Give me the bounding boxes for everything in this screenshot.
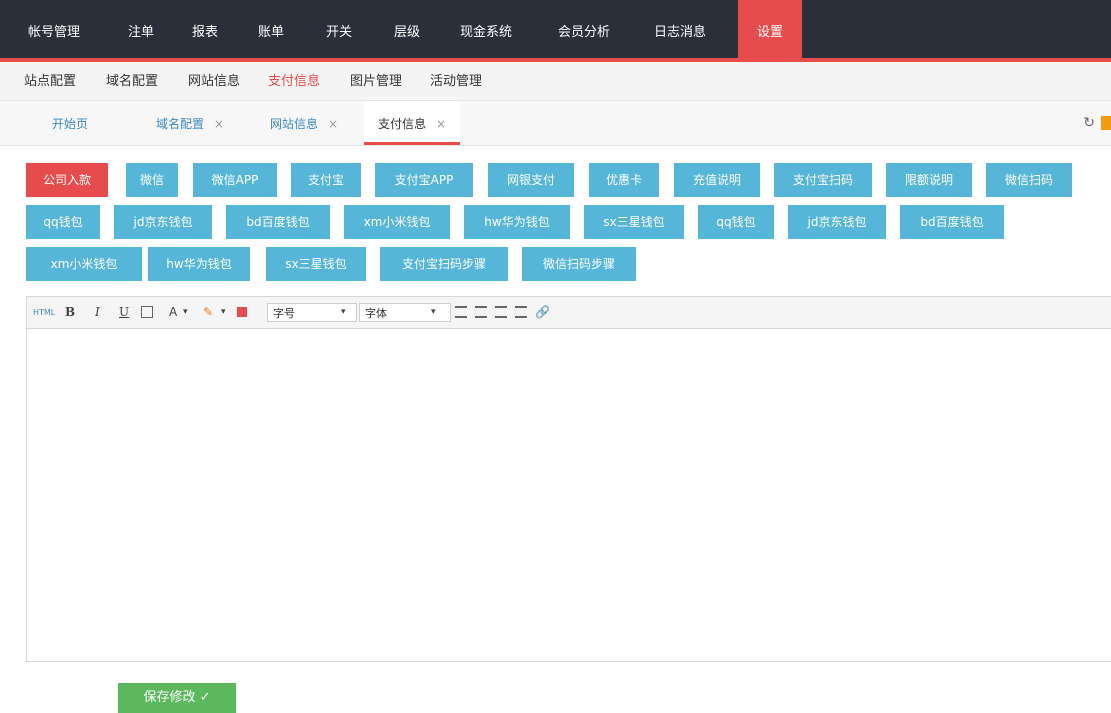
nav-item-member-analysis[interactable]: 会员分析 [546, 0, 622, 58]
chevron-down-icon[interactable]: ▾ [183, 304, 188, 321]
subnav-item-image-manage[interactable]: 图片管理 [350, 62, 402, 102]
tab-bar: 开始页 域名配置 × 网站信息 × 支付信息 × ↻ [0, 101, 1111, 146]
font-family-select[interactable]: 字体 [359, 303, 451, 322]
tab-label: 网站信息 [270, 117, 319, 131]
tab-start-page[interactable]: 开始页 [52, 101, 88, 145]
refresh-icon[interactable]: ↻ [1083, 115, 1095, 131]
bold-icon[interactable]: B [65, 304, 75, 321]
close-icon[interactable]: × [436, 117, 446, 131]
nav-item-switches[interactable]: 开关 [314, 0, 364, 58]
pay-button-qq-wallet-2[interactable]: qq钱包 [698, 205, 774, 239]
align-center-icon[interactable] [475, 306, 487, 318]
top-navigation: 帐号管理 注单 报表 账单 开关 层级 现金系统 会员分析 日志消息 设置 [0, 0, 1111, 62]
link-icon[interactable]: 🔗 [535, 304, 550, 321]
align-right-icon[interactable] [495, 306, 507, 318]
list-icon[interactable] [515, 306, 527, 318]
pay-button-qq-wallet[interactable]: qq钱包 [26, 205, 100, 239]
chevron-down-icon[interactable]: ▾ [341, 304, 346, 321]
fullscreen-icon[interactable] [1101, 116, 1111, 130]
tab-site-info[interactable]: 网站信息 × [270, 101, 338, 145]
pay-button-xiaomi-wallet[interactable]: xm小米钱包 [344, 205, 450, 239]
tab-domain-config[interactable]: 域名配置 × [156, 101, 224, 145]
subnav-item-domain-config[interactable]: 域名配置 [106, 62, 158, 102]
pay-button-wechat[interactable]: 微信 [126, 163, 178, 197]
pay-button-alipay-scan-steps[interactable]: 支付宝扫码步骤 [380, 247, 508, 281]
font-color-icon[interactable]: A [169, 304, 177, 321]
nav-item-bets[interactable]: 注单 [116, 0, 166, 58]
nav-item-settings[interactable]: 设置 [738, 0, 802, 58]
pay-button-baidu-wallet-2[interactable]: bd百度钱包 [900, 205, 1004, 239]
pay-button-alipay-app[interactable]: 支付宝APP [375, 163, 473, 197]
editor-toolbar: HTML B I U A ▾ ✎ ▾ 字号 ▾ 字体 ▾ 🔗 [27, 297, 1111, 329]
tab-payment-info[interactable]: 支付信息 × [364, 101, 461, 145]
highlight-icon[interactable]: ✎ [203, 304, 213, 321]
rich-text-editor: HTML B I U A ▾ ✎ ▾ 字号 ▾ 字体 ▾ 🔗 [26, 296, 1111, 662]
pay-button-online-banking[interactable]: 网银支付 [488, 163, 574, 197]
tab-label: 域名配置 [156, 117, 205, 131]
pay-button-baidu-wallet[interactable]: bd百度钱包 [226, 205, 330, 239]
nav-item-logs[interactable]: 日志消息 [642, 0, 718, 58]
tab-label: 开始页 [52, 117, 89, 131]
pay-button-huawei-wallet[interactable]: hw华为钱包 [464, 205, 570, 239]
pay-button-discount-card[interactable]: 优惠卡 [589, 163, 659, 197]
subnav-item-site-config[interactable]: 站点配置 [24, 62, 76, 102]
background-color-icon[interactable] [237, 307, 247, 317]
pay-button-jd-wallet-2[interactable]: jd京东钱包 [788, 205, 886, 239]
html-source-icon[interactable]: HTML [33, 304, 55, 321]
pay-button-samsung-wallet-2[interactable]: sx三星钱包 [266, 247, 366, 281]
tab-tools: ↻ [1083, 115, 1111, 131]
pay-button-samsung-wallet[interactable]: sx三星钱包 [584, 205, 684, 239]
font-size-label: 字号 [273, 307, 295, 320]
close-icon[interactable]: × [328, 117, 338, 131]
subnav-item-site-info[interactable]: 网站信息 [188, 62, 240, 102]
subnav-item-payment-info[interactable]: 支付信息 [268, 62, 320, 102]
close-icon[interactable]: × [214, 117, 224, 131]
pay-button-wechat-scan[interactable]: 微信扫码 [986, 163, 1072, 197]
pay-button-xiaomi-wallet-2[interactable]: xm小米钱包 [26, 247, 142, 281]
pay-button-wechat-app[interactable]: 微信APP [193, 163, 277, 197]
nav-item-cash-system[interactable]: 现金系统 [448, 0, 524, 58]
pay-button-wechat-scan-steps[interactable]: 微信扫码步骤 [522, 247, 636, 281]
pay-button-company-deposit[interactable]: 公司入款 [26, 163, 108, 197]
nav-item-bills[interactable]: 账单 [246, 0, 296, 58]
pay-button-jd-wallet[interactable]: jd京东钱包 [114, 205, 212, 239]
pay-button-alipay-scan[interactable]: 支付宝扫码 [774, 163, 872, 197]
nav-item-levels[interactable]: 层级 [382, 0, 432, 58]
nav-item-account[interactable]: 帐号管理 [16, 0, 92, 58]
pay-button-alipay[interactable]: 支付宝 [291, 163, 361, 197]
editor-content-area[interactable] [27, 329, 1111, 661]
pay-button-huawei-wallet-2[interactable]: hw华为钱包 [148, 247, 250, 281]
strikethrough-icon[interactable] [141, 306, 153, 318]
tab-label: 支付信息 [378, 117, 427, 131]
font-family-label: 字体 [365, 307, 387, 320]
sub-navigation: 站点配置 域名配置 网站信息 支付信息 图片管理 活动管理 [0, 62, 1111, 101]
underline-icon[interactable]: U [119, 304, 129, 321]
pay-button-limit-info[interactable]: 限额说明 [886, 163, 972, 197]
nav-item-reports[interactable]: 报表 [180, 0, 230, 58]
align-left-icon[interactable] [455, 306, 467, 318]
pay-button-recharge-info[interactable]: 充值说明 [674, 163, 760, 197]
chevron-down-icon[interactable]: ▾ [221, 304, 226, 321]
save-button[interactable]: 保存修改 ✓ [118, 683, 236, 713]
italic-icon[interactable]: I [95, 304, 100, 321]
chevron-down-icon[interactable]: ▾ [431, 304, 436, 321]
subnav-item-activity-manage[interactable]: 活动管理 [430, 62, 482, 102]
